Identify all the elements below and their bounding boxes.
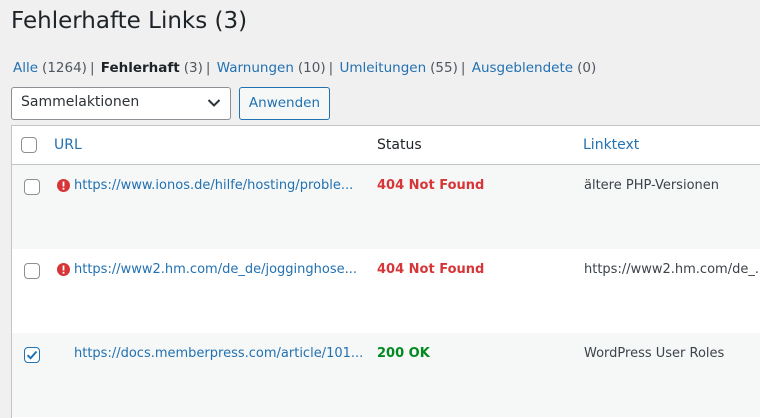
table-row: https://www2.hm.com/de_de/jogginghose...… — [12, 249, 760, 333]
row-status: 404 Not Found — [377, 262, 485, 277]
checkmark-icon — [26, 350, 38, 360]
table-header: URL Status Linktext — [12, 126, 760, 165]
separator: | — [89, 60, 95, 76]
row-checkbox[interactable] — [24, 347, 40, 363]
row-status: 404 Not Found — [377, 178, 485, 193]
apply-button[interactable]: Anwenden — [239, 87, 330, 120]
row-url-link[interactable]: https://www2.hm.com/de_de/jogginghose... — [74, 262, 357, 277]
row-url-link[interactable]: https://docs.memberpress.com/article/101… — [74, 346, 363, 361]
column-header-status: Status — [377, 137, 422, 153]
broken-links-page: Fehlerhafte Links (3) Alle (1264) | Fehler… — [0, 0, 760, 418]
column-header-url[interactable]: URL — [54, 137, 82, 153]
filter-broken-link[interactable]: Fehlerhaft — [101, 60, 180, 76]
filter-dismissed-link[interactable]: Ausgeblendete — [472, 60, 573, 76]
chevron-down-icon — [207, 99, 221, 107]
select-all-checkbox[interactable] — [21, 137, 37, 153]
filter-redirects-count: (55) — [430, 60, 458, 76]
bulk-actions-select[interactable]: Sammelaktionen — [11, 87, 231, 120]
filter-dismissed-count: (0) — [577, 60, 597, 76]
links-table: URL Status Linktext https://www.ionos.de… — [11, 125, 760, 418]
filter-all-link[interactable]: Alle — [13, 60, 38, 76]
bulk-actions-selected-value: Sammelaktionen — [21, 94, 140, 110]
filter-warnings-link[interactable]: Warnungen — [217, 60, 294, 76]
table-row: https://www.ionos.de/hilfe/hosting/probl… — [12, 165, 760, 249]
page-title: Fehlerhafte Links (3) — [11, 8, 248, 34]
row-checkbox[interactable] — [24, 263, 40, 279]
row-linktext: WordPress User Roles — [584, 346, 725, 361]
separator: | — [460, 60, 466, 76]
separator: | — [205, 60, 211, 76]
table-row: https://docs.memberpress.com/article/101… — [12, 333, 760, 417]
error-icon — [57, 179, 70, 192]
separator: | — [328, 60, 334, 76]
filter-redirects-link[interactable]: Umleitungen — [339, 60, 426, 76]
row-linktext: https://www2.hm.com/de_... — [584, 262, 760, 277]
row-linktext: ältere PHP-Versionen — [584, 178, 720, 193]
column-header-linktext[interactable]: Linktext — [583, 137, 639, 153]
filter-all-count: (1264) — [42, 60, 87, 76]
row-url-link[interactable]: https://www.ionos.de/hilfe/hosting/probl… — [74, 178, 353, 193]
error-icon — [57, 263, 70, 276]
row-status: 200 OK — [377, 346, 430, 361]
filter-warnings-count: (10) — [297, 60, 326, 76]
status-filter-links: Alle (1264) | Fehlerhaft (3) | Warnungen (10)… — [13, 60, 596, 76]
filter-broken-count: (3) — [183, 60, 203, 76]
row-checkbox[interactable] — [24, 179, 40, 195]
